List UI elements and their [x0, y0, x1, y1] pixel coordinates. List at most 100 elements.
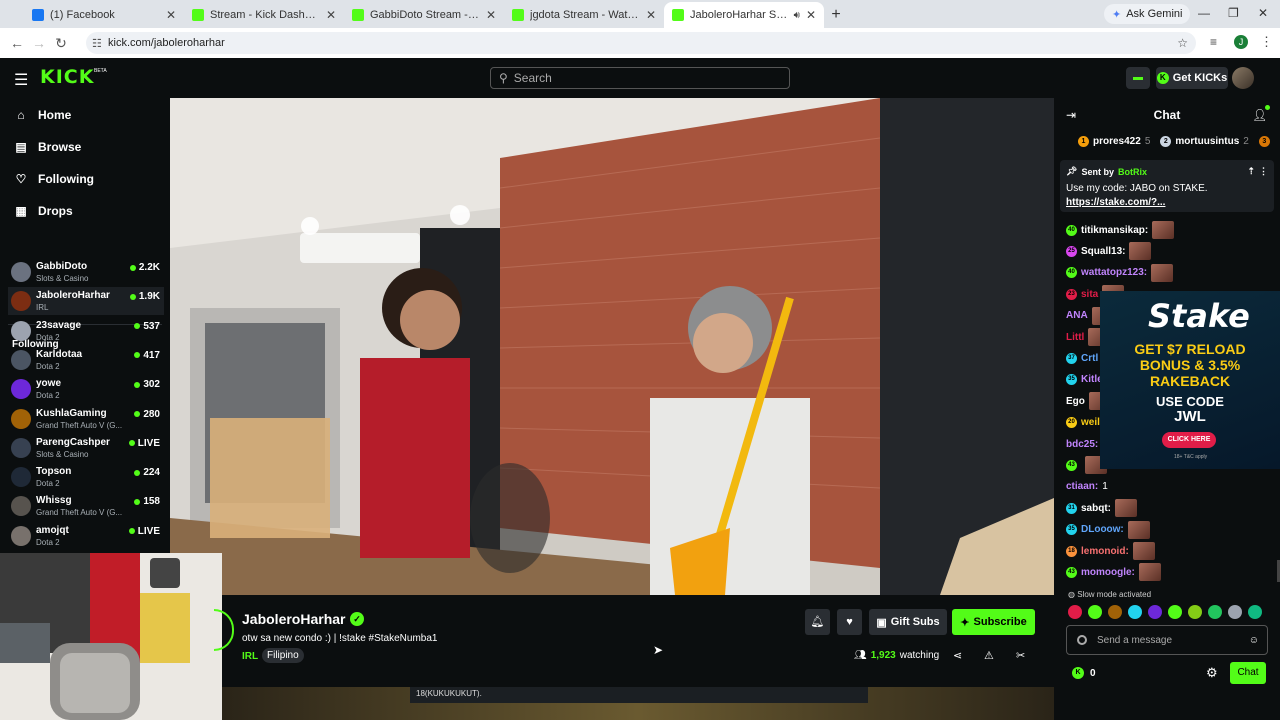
url-field[interactable]: ☷ kick.com/jaboleroharhar ☆ [86, 32, 1196, 54]
quick-emote[interactable] [1168, 605, 1182, 619]
chat-username[interactable]: DLooow: [1081, 524, 1124, 535]
chat-username[interactable]: Littl [1066, 332, 1084, 343]
quick-emote[interactable] [1188, 605, 1202, 619]
following-item[interactable]: JaboleroHarhar IRL 1.9K [8, 287, 164, 316]
live-dot [134, 381, 141, 388]
send-chat-button[interactable]: Chat [1230, 662, 1266, 684]
clip-icon[interactable]: ✂ [1016, 649, 1025, 662]
restore-icon[interactable]: ❐ [1228, 6, 1239, 20]
get-kicks-button[interactable]: K Get KICKs [1156, 67, 1228, 89]
notification-bell-button[interactable]: 🔔︎ [805, 609, 830, 635]
chat-username[interactable]: Squall13: [1081, 246, 1125, 257]
hamburger-menu-icon[interactable]: ☰ [14, 70, 28, 90]
following-item[interactable]: GabbiDoto Slots & Casino 2.2K [8, 258, 164, 286]
more-icon[interactable]: ⋮ [1259, 166, 1268, 177]
chat-username[interactable]: ANA [1066, 310, 1088, 321]
gift-subs-button[interactable]: ▣ Gift Subs [869, 609, 947, 635]
rewards-icon[interactable]: ▬ [1126, 67, 1150, 89]
minimize-icon[interactable]: — [1198, 6, 1210, 20]
emoji-icon[interactable]: ☺ [1249, 635, 1259, 646]
chat-username[interactable]: weil [1081, 417, 1100, 428]
chat-username[interactable]: Crtl [1081, 353, 1098, 364]
chat-username[interactable]: Ego [1066, 396, 1085, 407]
quick-emote[interactable] [1248, 605, 1262, 619]
quick-emote[interactable] [1088, 605, 1102, 619]
chat-username[interactable]: lemonoid: [1081, 546, 1129, 557]
browser-tab[interactable]: GabbiDoto Stream - Watch Live ✕ [344, 2, 504, 28]
close-tab-icon[interactable]: ✕ [326, 8, 336, 22]
kick-logo[interactable]: KICK [40, 66, 94, 88]
search-input[interactable]: ⚲ Search [490, 67, 790, 89]
nav-drops[interactable]: ▦ Drops [14, 204, 72, 218]
quick-emote[interactable] [1128, 605, 1142, 619]
following-item[interactable]: KushlaGaming Grand Theft Auto V (G... 280 [8, 405, 164, 433]
following-item[interactable]: Whissg Grand Theft Auto V (G... 158 [8, 492, 164, 520]
gift-subs-label: Gift Subs [890, 616, 940, 628]
chat-username[interactable]: titikmansikap: [1081, 225, 1148, 236]
pinned-sender[interactable]: BotRix [1118, 167, 1147, 177]
quick-emote[interactable] [1148, 605, 1162, 619]
bookmark-star-icon[interactable]: ☆ [1177, 36, 1188, 50]
sent-by-label: Sent by [1081, 166, 1114, 177]
ad-line: GET $7 RELOAD [1134, 341, 1246, 357]
extensions-icon[interactable]: ≡ [1210, 35, 1217, 49]
leader-name[interactable]: mortuusintus [1175, 136, 1239, 147]
language-tag[interactable]: Filipino [262, 648, 304, 663]
back-icon[interactable]: ← [6, 35, 28, 51]
nav-home[interactable]: ⌂ Home [14, 108, 71, 122]
nav-browse[interactable]: ▤ Browse [14, 140, 81, 154]
nav-following[interactable]: ♡ Following [14, 172, 94, 186]
share-icon[interactable]: ⋖ [953, 649, 962, 662]
profile-avatar[interactable]: J [1234, 35, 1248, 49]
leader-name[interactable]: prores422 [1093, 136, 1141, 147]
chat-username[interactable]: ctiaan: [1066, 481, 1098, 492]
ad-click-button[interactable]: CLICK HERE [1162, 432, 1216, 448]
stake-ad-banner[interactable]: Stake GET $7 RELOAD BONUS & 3.5% RAKEBACK … [1100, 291, 1280, 469]
browser-menu-icon[interactable]: ⋮ [1260, 34, 1273, 50]
browser-tab[interactable]: Stream - Kick Dashboard ✕ [184, 2, 344, 28]
browser-tab[interactable]: jgdota Stream - Watch Live on ✕ [504, 2, 664, 28]
following-item[interactable]: Topson Dota 2 224 [8, 463, 164, 491]
chat-username[interactable]: wattatopz123: [1081, 267, 1147, 278]
chat-username[interactable]: sita [1081, 289, 1098, 300]
video-player[interactable] [170, 98, 1054, 595]
report-icon[interactable]: ⚠ [984, 649, 994, 662]
category-link[interactable]: IRL [242, 651, 258, 662]
following-item[interactable]: amojqt Dota 2 LIVE [8, 522, 164, 550]
close-tab-icon[interactable]: ✕ [486, 8, 496, 22]
browser-tab[interactable]: (1) Facebook ✕ [24, 2, 184, 28]
following-item[interactable]: ParengCashper Slots & Casino LIVE [8, 434, 164, 462]
speaker-icon[interactable]: 🔊︎ [794, 10, 800, 21]
subscribe-button[interactable]: ✦ Subscribe [952, 609, 1035, 635]
quick-emote[interactable] [1228, 605, 1242, 619]
close-tab-icon[interactable]: ✕ [646, 8, 656, 22]
chat-settings-icon[interactable]: ⚙ [1206, 665, 1218, 681]
chat-username[interactable]: bdc25: [1066, 439, 1098, 450]
ask-gemini-button[interactable]: ✦ Ask Gemini [1104, 4, 1191, 24]
unpin-icon[interactable]: ⇡ [1247, 166, 1255, 177]
site-settings-icon[interactable]: ☷ [92, 37, 102, 50]
quick-emote[interactable] [1108, 605, 1122, 619]
new-tab-button[interactable]: + [824, 2, 848, 28]
forward-icon[interactable]: → [28, 35, 50, 51]
chat-username[interactable]: momoogle: [1081, 567, 1135, 578]
browser-tab[interactable]: JaboleroHarhar Stream - W 🔊︎ ✕ [664, 2, 824, 28]
following-item[interactable]: yowe Dota 2 302 [8, 375, 164, 403]
emote-picker-icon[interactable] [1077, 635, 1087, 645]
chat-users-icon[interactable]: 👤︎ [1252, 108, 1267, 122]
channel-name[interactable]: JaboleroHarhar [242, 611, 345, 627]
close-window-icon[interactable]: ✕ [1258, 6, 1268, 20]
pinned-link[interactable]: https://stake.com/?... [1066, 197, 1268, 208]
close-tab-icon[interactable]: ✕ [806, 8, 816, 22]
channel-avatar-ring[interactable] [214, 609, 234, 651]
follow-heart-button[interactable]: ♥ [837, 609, 862, 635]
following-item[interactable]: Karldotaa Dota 2 417 [8, 346, 164, 374]
chat-input[interactable]: Send a message ☺ [1066, 625, 1268, 655]
chat-username[interactable]: sabqt: [1081, 503, 1111, 514]
quick-emote[interactable] [1068, 605, 1082, 619]
quick-emote[interactable] [1208, 605, 1222, 619]
reload-icon[interactable]: ↻ [50, 35, 72, 52]
close-tab-icon[interactable]: ✕ [166, 8, 176, 22]
following-item[interactable]: 23savage Dota 2 537 [8, 317, 164, 345]
user-avatar[interactable] [1232, 67, 1254, 89]
